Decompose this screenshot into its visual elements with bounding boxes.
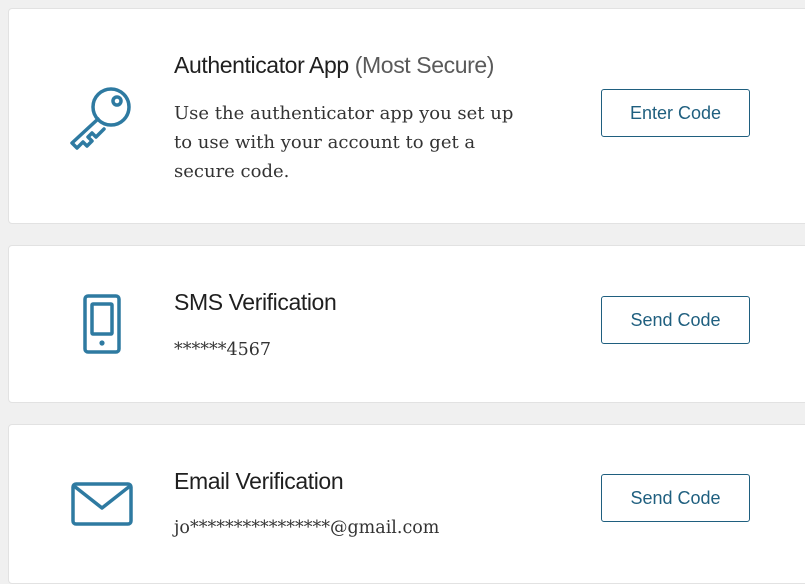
method-title: Email Verification xyxy=(174,468,344,494)
method-description: Use the authenticator app you set up to … xyxy=(174,103,514,182)
method-title-note: (Most Secure) xyxy=(354,52,495,78)
method-card-authenticator: Authenticator App (Most Secure) Use the … xyxy=(8,8,805,224)
send-code-email-button[interactable]: Send Code xyxy=(601,474,750,522)
envelope-icon xyxy=(70,480,134,530)
method-title: Authenticator App (Most Secure) xyxy=(174,52,494,79)
method-card-sms: SMS Verification ******4567 Send Code xyxy=(8,245,805,403)
enter-code-button[interactable]: Enter Code xyxy=(601,89,750,137)
key-icon xyxy=(67,85,135,151)
masked-phone-number: ******4567 xyxy=(174,340,272,360)
phone-icon xyxy=(82,294,122,356)
method-title-text: Authenticator App xyxy=(174,52,349,78)
method-title: SMS Verification xyxy=(174,289,337,315)
method-card-email: Email Verification jo****************@gm… xyxy=(8,424,805,584)
send-code-sms-button[interactable]: Send Code xyxy=(601,296,750,344)
masked-email-address: jo****************@gmail.com xyxy=(174,518,440,538)
